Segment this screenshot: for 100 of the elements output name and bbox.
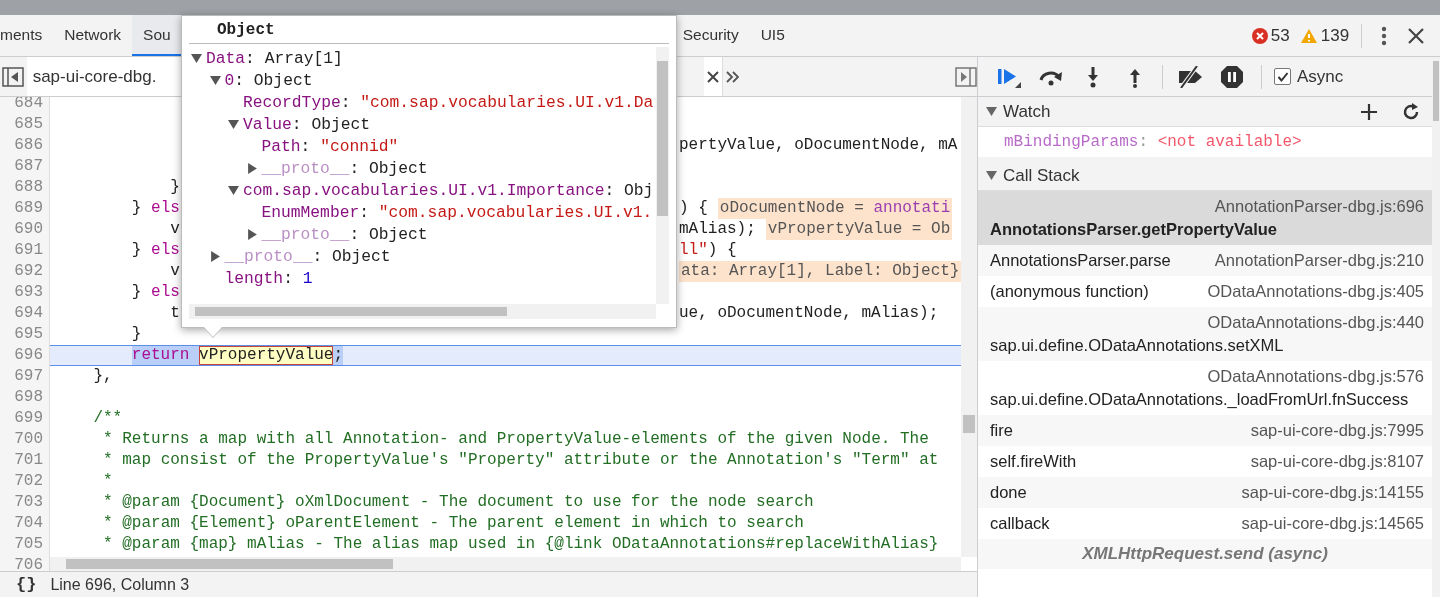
section-toggle-icon[interactable]: [986, 106, 997, 117]
code-text: }: [131, 324, 142, 345]
call-stack-frame[interactable]: done sap-ui-core-dbg.js:14155: [978, 477, 1432, 508]
line-number: 701: [13, 450, 44, 471]
code-comment: * @param {Document} oXmlDocument - The document to use for the node search: [103, 492, 814, 513]
code-text: ) {: [679, 198, 708, 219]
line-number: 696: [13, 345, 44, 366]
scrollbar[interactable]: [961, 97, 977, 557]
line-number: 698: [13, 387, 44, 408]
line-number: 699: [13, 408, 44, 429]
function-name: self.fireWith: [990, 451, 1077, 472]
source-location: sap-ui-core-dbg.js:7995: [1250, 420, 1424, 441]
collapsed-triangle-icon[interactable]: [209, 250, 221, 262]
code-text: }: [131, 240, 142, 261]
line-number: 691: [13, 240, 44, 261]
scrollbar[interactable]: [50, 557, 961, 571]
code-text: ;: [333, 346, 344, 365]
function-name: AnnotationsParser.getPropertyValue: [990, 219, 1277, 240]
async-checkbox[interactable]: [1274, 68, 1291, 85]
line-number: 689: [13, 198, 44, 219]
close-icon[interactable]: [706, 70, 719, 83]
property-entry: EnumMember: "com.sap.vocabularies.UI.v1.: [261, 202, 653, 222]
code-text: }: [170, 177, 180, 198]
async-boundary-label: XMLHttpRequest.send (async): [1082, 544, 1328, 564]
call-stack-frame[interactable]: AnnotationsParser.parse AnnotationParser-dbg.js:210: [978, 245, 1432, 276]
code-text: ) {: [707, 240, 737, 261]
cursor-position: Line 696, Column 3: [50, 575, 190, 594]
section-title: Call Stack: [1003, 165, 1081, 186]
function-name: (anonymous function): [990, 281, 1149, 302]
scrollbar[interactable]: [656, 47, 669, 304]
source-location: ODataAnnotations-dbg.js:440: [1207, 312, 1424, 333]
collapsed-triangle-icon[interactable]: [246, 162, 258, 174]
line-number: 704: [13, 513, 44, 534]
section-toggle-icon[interactable]: [986, 170, 997, 181]
code-text: v: [170, 261, 180, 282]
code-comment: * map consist of the PropertyValue's "Property" attribute or the Annotation's "Term" at: [103, 450, 939, 471]
expanded-triangle-icon[interactable]: [228, 184, 239, 196]
inline-value: oDocumentNode = annotati: [717, 198, 953, 219]
panel-tab[interactable]: ments: [0, 15, 54, 56]
checkbox-label: Async: [1297, 66, 1344, 87]
panel-tab[interactable]: Network: [53, 15, 133, 56]
property-entry: length: 1: [224, 268, 313, 288]
line-number: 692: [13, 261, 44, 282]
code-text: t: [170, 303, 180, 324]
property-entry: com.sap.vocabularies.UI.v1.Importance: Obj: [243, 180, 654, 200]
code-comment: * Returns a map with all Annotation- and PropertyValue-elements of the given Node. The: [103, 429, 929, 450]
file-tab[interactable]: sap-ui-core-dbg.: [32, 66, 157, 87]
source-location: ODataAnnotations-dbg.js:405: [1207, 281, 1424, 302]
function-name: fire: [990, 420, 1013, 441]
code-text: mAlias);: [679, 219, 756, 240]
call-stack-frame[interactable]: fire sap-ui-core-dbg.js:7995: [978, 415, 1432, 446]
property-entry: 0: Object: [224, 70, 313, 90]
line-number: 686: [13, 135, 44, 156]
function-name: sap.ui.define.ODataAnnotations._loadFromUrl.fnSuccess: [990, 389, 1409, 410]
source-location: AnnotationParser-dbg.js:696: [1214, 196, 1424, 217]
property-entry: __proto__: Object: [261, 158, 428, 178]
function-name: sap.ui.define.ODataAnnotations.setXML: [990, 335, 1284, 356]
code-keyword: return: [131, 346, 200, 365]
code-comment: * @param {map} mAlias - The alias map used in {@link ODataAnnotations#replaceWithAlias}: [103, 534, 939, 555]
inline-value: vPropertyValue = Ob: [765, 219, 953, 240]
panel-tab[interactable]: Sou: [132, 15, 182, 56]
line-number: 685: [13, 114, 44, 135]
panel-tab[interactable]: UI5: [749, 15, 796, 56]
expanded-triangle-icon[interactable]: [191, 52, 202, 64]
deactivate-breakpoints-icon[interactable]: [1176, 65, 1204, 88]
call-stack-frame[interactable]: ODataAnnotations-dbg.js:440 sap.ui.define.ODataAnnotations.setXML: [978, 307, 1432, 361]
source-location: sap-ui-core-dbg.js:14565: [1241, 513, 1424, 534]
debugger-toggle-icon[interactable]: [955, 66, 977, 87]
source-location: sap-ui-core-dbg.js:14155: [1241, 482, 1424, 503]
step-into-icon[interactable]: [1086, 65, 1100, 88]
line-number: 706: [13, 555, 44, 571]
scrollbar[interactable]: [189, 304, 656, 319]
add-icon[interactable]: [1361, 103, 1377, 120]
more-icon[interactable]: [1381, 25, 1388, 46]
line-number: 687: [13, 156, 44, 177]
code-text: pertyValue, oDocumentNode, mA: [679, 135, 958, 156]
property-entry: RecordType: "com.sap.vocabularies.UI.v1.Da: [243, 92, 654, 112]
function-name: done: [990, 482, 1027, 503]
line-number: 702: [13, 471, 44, 492]
code-text: }: [131, 282, 142, 303]
close-icon[interactable]: [1408, 27, 1425, 44]
expanded-triangle-icon[interactable]: [209, 74, 221, 86]
expanded-triangle-icon[interactable]: [228, 118, 239, 130]
call-stack-frame[interactable]: AnnotationParser-dbg.js:696 AnnotationsParser.getPropertyValue: [978, 191, 1432, 245]
property-entry: Value: Object: [243, 114, 371, 134]
error-icon: [1251, 27, 1268, 44]
sidebar-toggle-icon[interactable]: [2, 66, 25, 87]
chevrons-right-icon[interactable]: [724, 69, 739, 84]
code-text: }: [131, 198, 142, 219]
function-name: AnnotationsParser.parse: [990, 250, 1171, 271]
format-button[interactable]: {}: [0, 575, 51, 594]
code-keyword: els: [151, 240, 180, 261]
collapsed-triangle-icon[interactable]: [246, 228, 258, 240]
refresh-icon[interactable]: [1402, 102, 1420, 121]
popover-title: Object: [217, 20, 275, 39]
line-number: 705: [13, 534, 44, 555]
pause-on-exceptions-icon[interactable]: [1220, 64, 1244, 89]
function-name: callback: [990, 513, 1050, 534]
scrollbar[interactable]: [1432, 57, 1440, 597]
section-title: Watch: [1003, 101, 1052, 122]
